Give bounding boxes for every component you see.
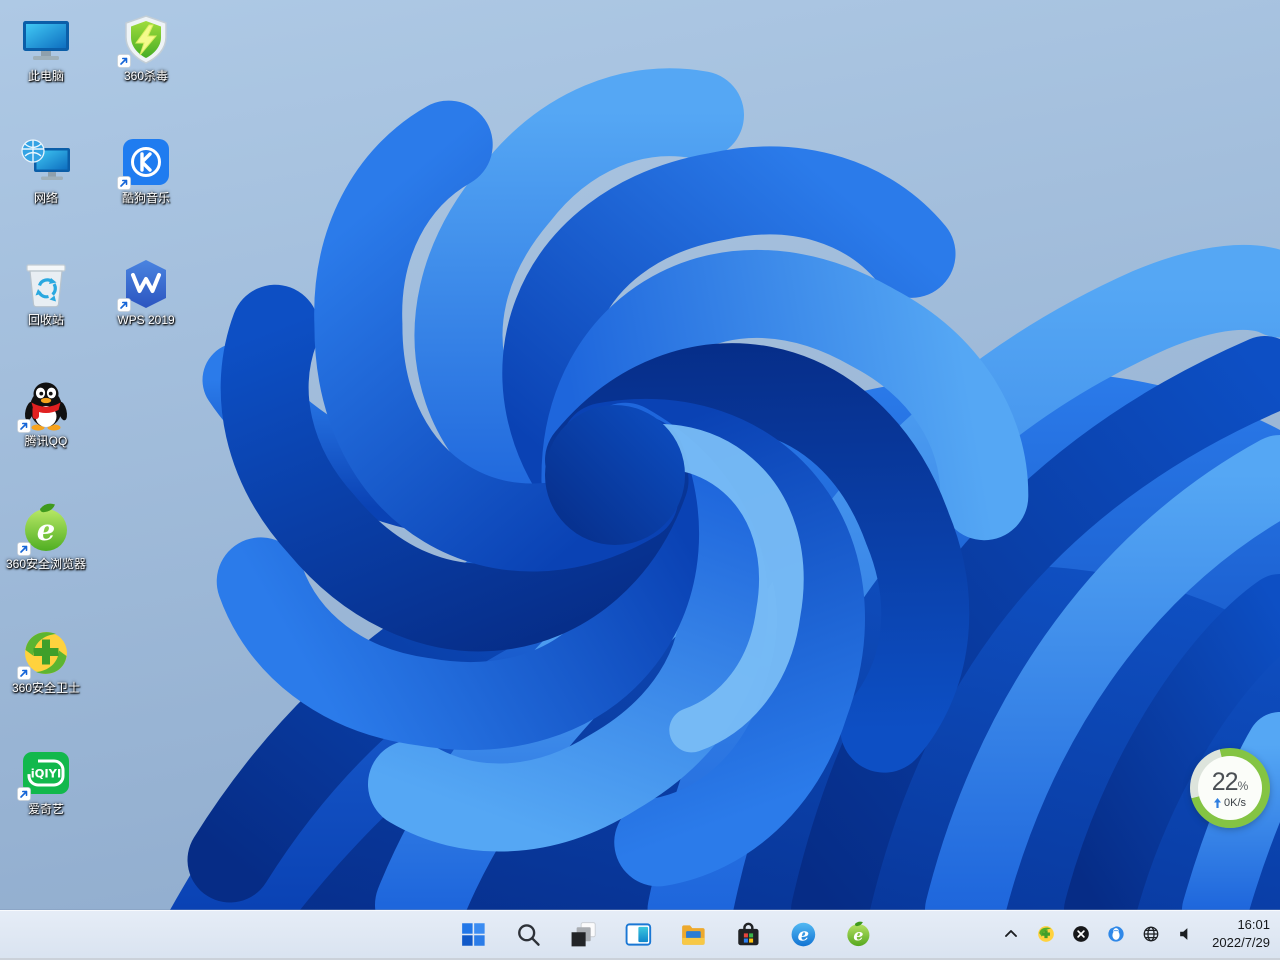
360-antivirus-shield-icon [117,14,172,68]
icon-label: 此电脑 [27,69,64,83]
360-safeguard-icon [17,626,72,680]
network-speed: 0K/s [1213,797,1246,809]
desktop-icon-kugou-music[interactable]: 酷狗音乐 [100,136,192,205]
shortcut-arrow-icon [117,54,131,68]
black-x-tray-icon [1073,926,1089,942]
network-icon [20,136,72,188]
icon-label: 网络 [33,191,58,205]
tray-qq[interactable] [1105,922,1127,946]
icon-label: 360杀毒 [123,69,169,83]
file-explorer-icon [681,924,705,945]
tray-black-x-app[interactable] [1070,922,1092,946]
windows11-bloom-wallpaper [0,0,1280,910]
widgets-icon [625,922,651,946]
tray-overflow-button[interactable] [1000,922,1022,946]
desktop-icon-recycle-bin[interactable]: 回收站 [0,258,92,327]
shortcut-arrow-icon [17,787,31,801]
clock-time: 16:01 [1237,917,1270,933]
tray-360-safeguard[interactable] [1035,922,1057,946]
desktop-icon-360-secure-browser[interactable]: e 360安全浏览器 [0,502,92,571]
chevron-up-icon [1005,930,1018,937]
shortcut-arrow-icon [17,419,31,433]
search-icon [517,923,540,946]
microsoft-store-icon [737,922,759,945]
icon-label: 腾讯QQ [24,434,68,448]
system-tray: 16:01 2022/7/29 [1000,910,1274,958]
svg-text:e: e [853,925,863,944]
360-browser-icon: e [846,921,869,946]
taskbar: e e 16:01 2022/7/29 [0,910,1280,960]
task-view-button[interactable] [564,915,602,953]
desktop-icon-network[interactable]: 网络 [0,136,92,205]
shortcut-arrow-icon [17,666,31,680]
search-button[interactable] [509,915,547,953]
qq-penguin-icon [17,379,72,433]
icon-label: 360安全浏览器 [5,557,87,571]
desktop-icon-wps-2019[interactable]: WPS 2019 [100,258,192,327]
this-pc-icon [20,14,72,66]
windows-desktop: { "desktop": { "icons": [ {"name": "this… [0,0,1280,960]
360-browser-taskbar-button[interactable]: e [839,915,877,953]
qq-tray-icon [1108,926,1124,942]
speed-ball-face: 22% 0K/s [1198,756,1262,820]
tray-volume[interactable] [1175,922,1197,946]
tray-network[interactable] [1140,922,1162,946]
widgets-button[interactable] [619,915,657,953]
start-button[interactable] [454,915,492,953]
desktop-icon-360-antivirus[interactable]: 360杀毒 [100,14,192,83]
desktop-icon-iqiyi[interactable]: iQIYI 爱奇艺 [0,747,92,816]
taskbar-clock[interactable]: 16:01 2022/7/29 [1210,916,1274,951]
internet-explorer-button[interactable]: e [784,915,822,953]
icon-label: 回收站 [27,313,64,327]
icon-label: 360安全卫士 [11,681,81,695]
desktop-icon-360-safeguard[interactable]: 360安全卫士 [0,626,92,695]
desktop-area: 此电脑 360杀毒 网络 酷狗音乐 回收站 WPS 2019 腾讯QQ e 36… [0,0,1280,910]
volume-icon [1180,928,1188,940]
svg-text:iQIYI: iQIYI [31,767,62,781]
svg-text:e: e [797,924,808,945]
icon-label: WPS 2019 [117,313,175,327]
start-icon [461,922,485,946]
clock-date: 2022/7/29 [1212,935,1270,950]
taskbar-center-icons: e e [454,910,877,958]
icon-label: 爱奇艺 [27,802,64,816]
recycle-bin-icon [20,258,72,310]
wps-2019-icon [117,258,172,312]
shortcut-arrow-icon [17,542,31,556]
360-speed-ball-widget[interactable]: 22% 0K/s [1190,748,1270,828]
microsoft-store-button[interactable] [729,915,767,953]
kugou-music-icon [117,136,172,190]
desktop-icon-tencent-qq[interactable]: 腾讯QQ [0,379,92,448]
task-view-icon [571,921,596,946]
360-safeguard-tray-icon [1038,926,1054,942]
desktop-icon-this-pc[interactable]: 此电脑 [0,14,92,83]
memory-percent: 22% [1211,767,1249,796]
shortcut-arrow-icon [117,298,131,312]
network-globe-icon [1143,926,1159,942]
shortcut-arrow-icon [117,176,131,190]
upload-arrow-icon [1213,797,1221,808]
svg-text:e: e [37,513,55,547]
file-explorer-button[interactable] [674,915,712,953]
iqiyi-icon: iQIYI [17,747,72,801]
internet-explorer-icon: e [791,922,815,946]
icon-label: 酷狗音乐 [121,191,170,205]
360-browser-icon: e [17,502,72,556]
